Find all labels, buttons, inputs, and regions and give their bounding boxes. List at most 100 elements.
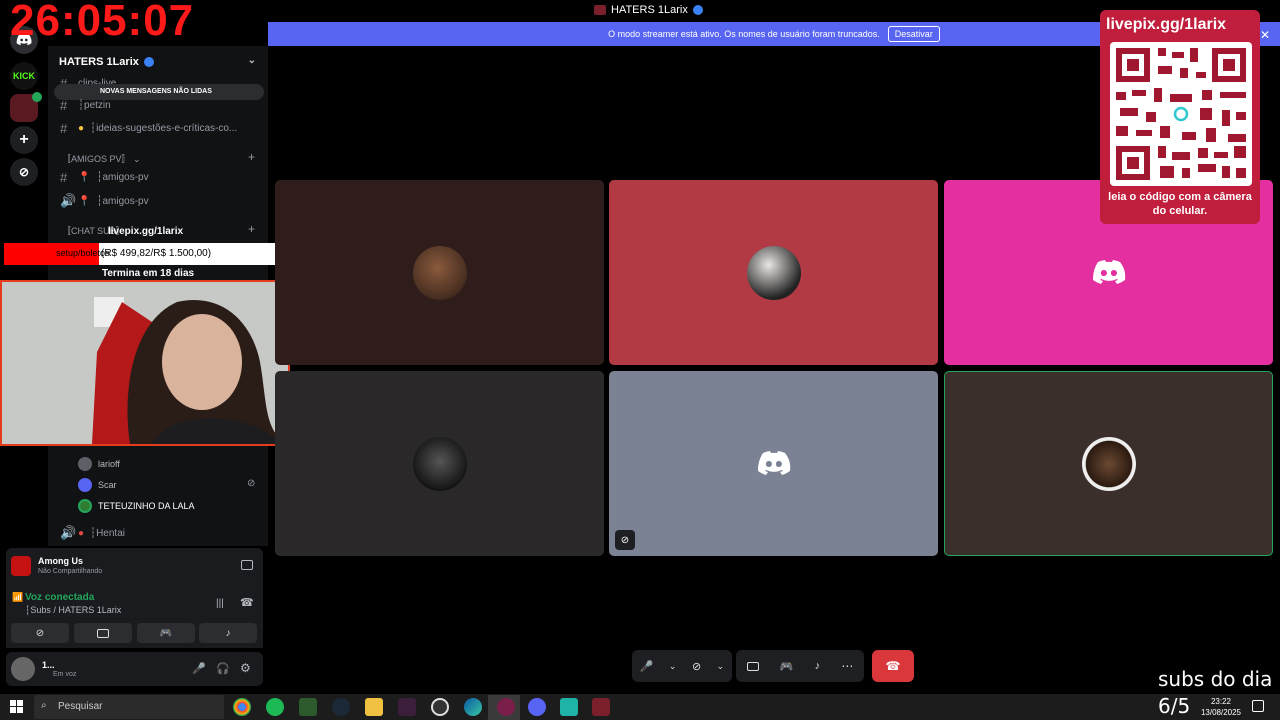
avatar	[78, 478, 92, 492]
voice-user[interactable]: TETEUZINHO DA LALA	[78, 499, 195, 513]
voice-status[interactable]: Voz conectada	[25, 592, 94, 603]
minecraft-icon[interactable]	[299, 698, 317, 716]
video-tile[interactable]: ⊘	[609, 371, 938, 556]
hash-icon: #	[60, 98, 68, 113]
taskbar-search[interactable]: ⌕ Pesquisar	[34, 695, 224, 719]
taskbar-clock[interactable]: 23:22 13/08/2025	[1196, 696, 1246, 718]
screen-share-icon[interactable]	[241, 560, 253, 570]
spotify-icon[interactable]	[266, 698, 284, 716]
avatar	[78, 457, 92, 471]
chrome-icon[interactable]	[233, 698, 251, 716]
discord-logo-icon	[1092, 259, 1125, 284]
microphone-icon[interactable]: 🎤	[640, 660, 654, 673]
clock-date: 13/08/2025	[1200, 708, 1242, 717]
settings-gear-icon[interactable]: ⚙	[240, 661, 251, 675]
video-tile[interactable]	[275, 180, 604, 365]
video-toggle-button[interactable]: ⊘	[11, 623, 69, 643]
channel-label: ┆Hentai	[90, 527, 125, 539]
server-name: HATERS 1Larix	[59, 56, 139, 68]
file-explorer-icon[interactable]	[365, 698, 383, 716]
soundboard-button[interactable]: ♪	[199, 623, 257, 643]
channel-label: ┆petzin	[78, 100, 111, 111]
stream-timer: 26:05:07	[10, 0, 195, 45]
gamepad-icon: 🎮	[159, 627, 173, 639]
chevron-down-icon: ⌄	[247, 55, 256, 66]
edge-icon[interactable]	[464, 698, 482, 716]
notifications-icon[interactable]	[1252, 700, 1264, 712]
voice-channel-item[interactable]: 🔊 ● ┆Hentai	[60, 525, 125, 541]
discord-taskbar-icon[interactable]	[528, 698, 546, 716]
category-amigos[interactable]: 〚AMIGOS PV〛 ⌄	[62, 152, 141, 165]
app-icon[interactable]	[497, 698, 515, 716]
qr-code-graphic	[1116, 48, 1246, 180]
deactivate-button[interactable]: Desativar	[887, 26, 940, 42]
haters-server-icon[interactable]	[10, 92, 42, 122]
screen-share-icon[interactable]	[746, 661, 759, 671]
mic-video-controls: 🎤 ⌄ ⊘ ⌄	[632, 650, 732, 682]
obs-icon[interactable]	[431, 698, 449, 716]
microphone-icon[interactable]: 🎤	[192, 662, 206, 675]
hash-icon: #	[60, 121, 68, 136]
noise-suppression-icon[interactable]: |||	[216, 598, 224, 609]
avatar[interactable]	[11, 657, 35, 681]
video-tile[interactable]	[275, 371, 604, 556]
avatar	[78, 499, 92, 513]
subs-count: 6/5	[1158, 694, 1191, 718]
qr-code-image	[1110, 42, 1252, 186]
voice-channel-item[interactable]: 🔊 📍 ┆amigos-pv	[60, 193, 149, 209]
add-server-icon[interactable]: +	[10, 126, 38, 154]
hangup-icon: ☎	[885, 659, 901, 673]
video-off-icon[interactable]: ⊘	[692, 660, 701, 673]
channel-item[interactable]: # ● ┆ideias-sugestões-e-críticas-co...	[60, 121, 237, 136]
voice-user[interactable]: larioff	[78, 457, 120, 471]
more-options-icon[interactable]: ⋯	[841, 659, 853, 673]
kick-server-icon[interactable]: KICK	[10, 62, 38, 90]
activity-panel[interactable]: Among Us Não Compartilhando	[6, 548, 263, 586]
goal-deadline: Termina em 18 dias	[102, 268, 195, 279]
haters-app-icon[interactable]	[592, 698, 610, 716]
window-title-text: HATERS 1Larix	[611, 4, 688, 16]
explore-icon[interactable]: ⊘	[10, 158, 38, 186]
activity-game: Among Us	[38, 556, 83, 566]
screen-share-button[interactable]	[74, 623, 132, 643]
close-icon[interactable]: ✕	[1260, 28, 1270, 42]
disconnect-icon[interactable]: ☎	[240, 596, 254, 609]
channel-item[interactable]: # 📍 ┆amigos-pv	[60, 170, 149, 185]
chevron-down-icon[interactable]: ⌄	[669, 661, 677, 672]
chevron-down-icon[interactable]: ⌄	[717, 661, 725, 672]
search-icon: ⌕	[41, 700, 47, 711]
voice-user-name: Scar	[98, 480, 117, 490]
goal-amount: (R$ 499,82/R$ 1.500,00)	[101, 248, 212, 259]
server-header[interactable]: HATERS 1Larix ⌄	[48, 46, 268, 78]
add-channel-icon[interactable]: +	[248, 150, 255, 164]
soundboard-icon[interactable]: ♪	[815, 660, 821, 672]
voice-badge-icon	[32, 92, 42, 102]
kick-label: KICK	[13, 71, 35, 81]
video-off-icon: ⊘	[247, 478, 256, 489]
verified-icon	[692, 5, 703, 15]
video-tile[interactable]	[609, 180, 938, 365]
subs-label: subs do dia	[1158, 667, 1273, 691]
voice-channel-name: ┆Subs / HATERS 1Larix	[25, 605, 122, 615]
speaker-icon: 🔊	[60, 193, 77, 208]
goal-bar: (R$ 499,82/R$ 1.500,00)	[99, 243, 288, 265]
video-tile-speaking[interactable]	[944, 371, 1273, 556]
add-channel-icon[interactable]: +	[248, 222, 255, 236]
signal-icon: 📶	[12, 592, 24, 602]
emoji-icon: ●	[78, 527, 85, 539]
activities-button[interactable]: 🎮	[137, 623, 195, 643]
participant-avatar	[746, 245, 801, 300]
channel-item[interactable]: # ┆petzin	[60, 98, 111, 113]
soundboard-icon: ♪	[225, 627, 231, 639]
voice-user[interactable]: Scar	[78, 478, 117, 492]
headphones-icon[interactable]: 🎧	[216, 662, 230, 675]
vegas-icon[interactable]	[398, 698, 416, 716]
windows-start-icon[interactable]	[10, 700, 23, 713]
app-icon[interactable]	[560, 698, 578, 716]
hash-icon: #	[60, 170, 68, 185]
speaker-icon: 🔊	[60, 525, 77, 540]
hangup-button[interactable]: ☎	[872, 650, 914, 682]
gamepad-icon[interactable]: 🎮	[780, 660, 794, 673]
steam-icon[interactable]	[332, 698, 350, 716]
voice-user-name: larioff	[98, 459, 120, 469]
